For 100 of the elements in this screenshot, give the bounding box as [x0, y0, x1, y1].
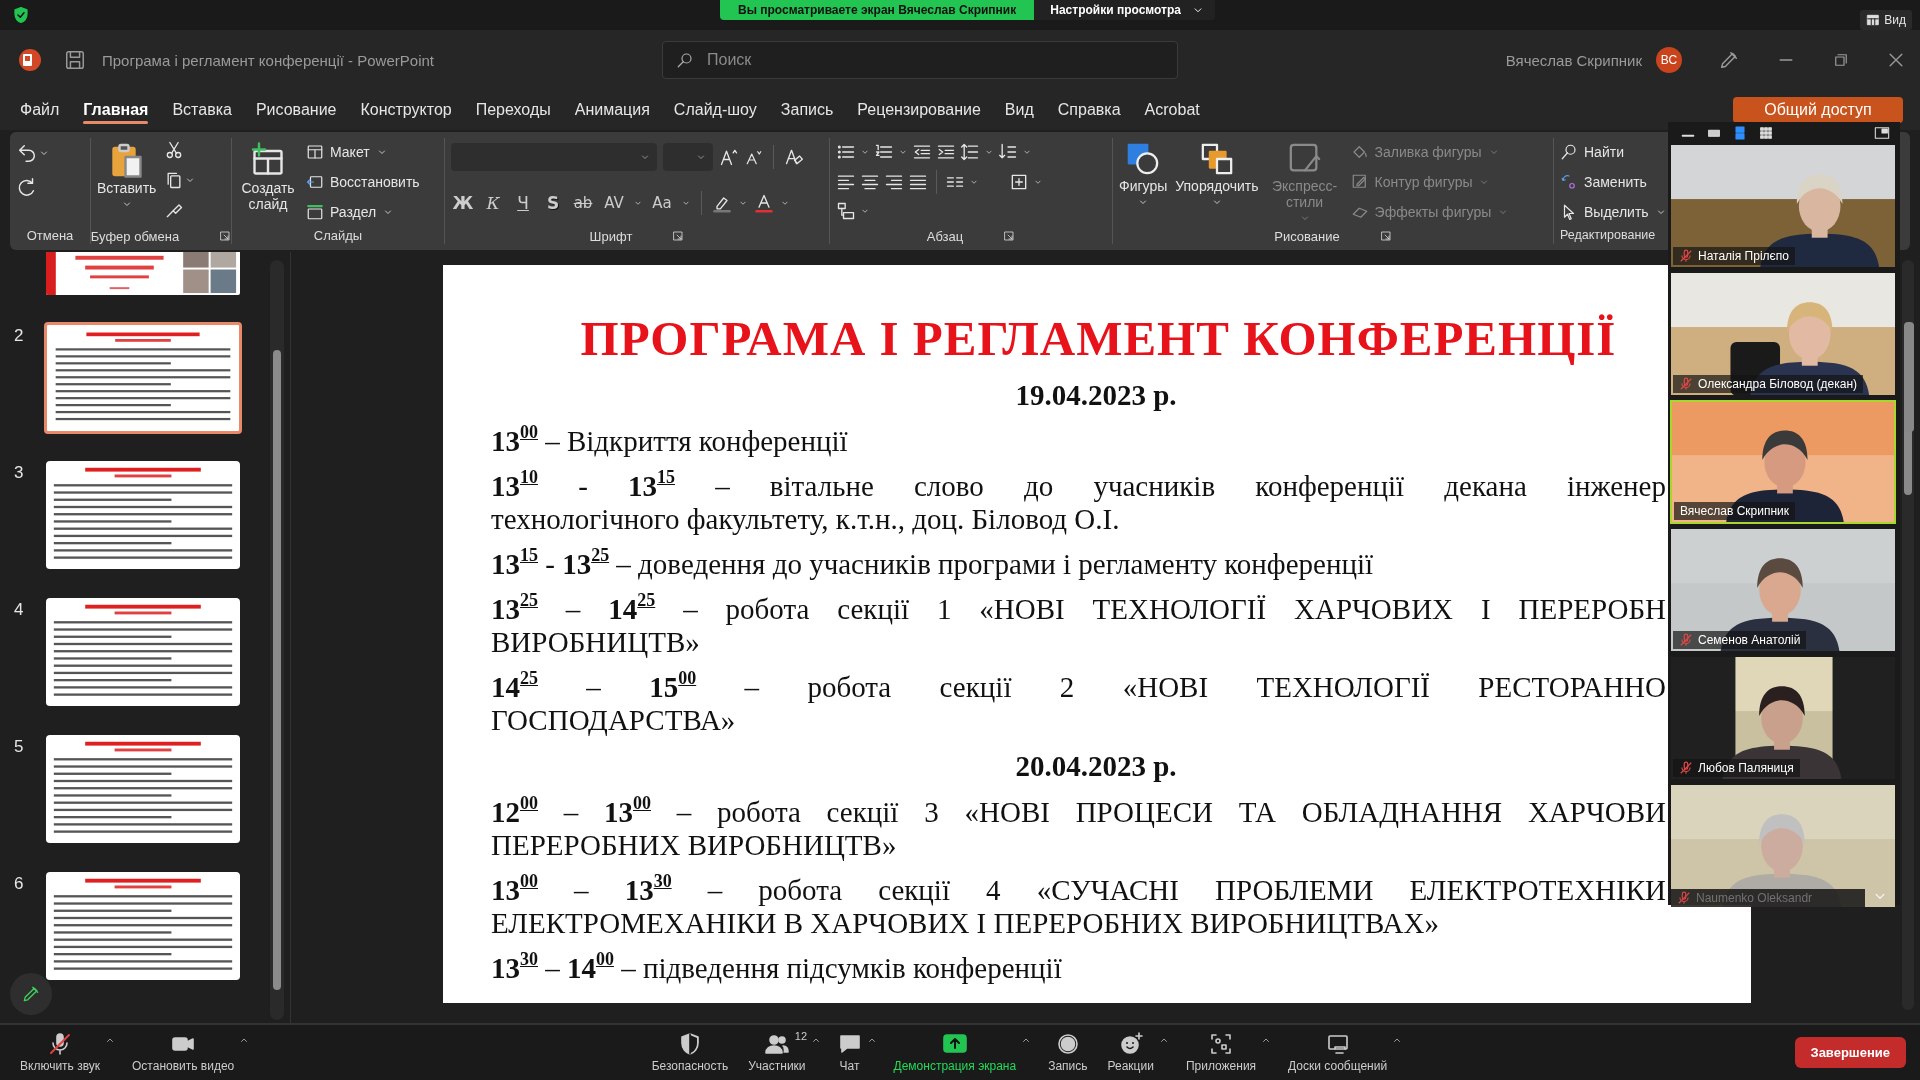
apps-icon — [1209, 1032, 1233, 1056]
undo-icon[interactable] — [16, 142, 38, 164]
record-icon — [1055, 1032, 1080, 1056]
slide-title: ПРОГРАМА І РЕГЛАМЕНТ КОНФЕРЕНЦІЇ — [579, 313, 1618, 365]
group-label: Отмена — [25, 228, 75, 244]
program-line: ВИРОБНИЦТВ» — [491, 626, 701, 659]
restore-icon[interactable] — [1832, 51, 1850, 69]
chat-button[interactable]: Чат — [833, 1032, 866, 1073]
share-button[interactable]: Общий доступ — [1733, 97, 1903, 123]
strip-view-icon[interactable] — [1732, 125, 1748, 141]
video-tile[interactable]: Семенов Анатолій — [1670, 528, 1896, 652]
slide-number: 4 — [13, 600, 25, 620]
ribbon-tab[interactable]: Файл — [8, 95, 72, 125]
program-line: ГОСПОДАРСТВА» — [491, 704, 737, 737]
ribbon-command[interactable]: Восстановить — [306, 170, 420, 194]
apps-button[interactable]: Приложения — [1181, 1032, 1261, 1073]
font-name-field[interactable] — [451, 143, 657, 171]
launcher-icon[interactable] — [1379, 230, 1392, 242]
stop-video-button[interactable]: Остановить видео — [128, 1032, 239, 1073]
view-options-button[interactable]: Настройки просмотра — [1034, 0, 1215, 20]
window-icon[interactable] — [1874, 125, 1890, 141]
slide-number: 3 — [13, 463, 25, 483]
program-line: 12$^{00}$ – 13$^{00}$ – робота секції 3 «НОВІ ПРОЦЕСИ ТА ОБЛАДНАННЯ ХАРЧОВИ — [491, 796, 1666, 829]
video-tile[interactable]: Любов Паляниця — [1670, 656, 1896, 780]
date-heading: 19.04.2023 р. — [1014, 378, 1178, 412]
pen-button[interactable] — [10, 973, 52, 1015]
ribbon-command[interactable]: Раздел — [306, 200, 420, 224]
spacing-button[interactable]: AV — [601, 194, 627, 212]
arrange-button[interactable]: Упорядочить — [1175, 138, 1259, 208]
user-avatar[interactable]: ВС — [1656, 47, 1682, 73]
find-button[interactable]: Найти — [1560, 140, 1624, 164]
align-text-icon[interactable] — [1009, 172, 1029, 192]
ribbon-tab[interactable]: Acrobat — [1132, 95, 1212, 125]
mic-muted-icon — [48, 1032, 72, 1056]
find-icon — [1560, 143, 1578, 161]
reset-icon — [306, 173, 324, 191]
bold-button[interactable]: Ж — [451, 193, 475, 213]
launcher-icon[interactable] — [1003, 230, 1016, 242]
slide-number: 6 — [13, 874, 25, 894]
search-field[interactable]: Поиск — [662, 41, 1178, 79]
ribbon-tab[interactable]: Вид — [992, 95, 1046, 125]
replace-button[interactable]: Заменить — [1560, 170, 1647, 194]
video-tile[interactable]: Вячеслав Скрипник — [1670, 400, 1896, 524]
program-line: ЕЛЕКТРОМЕХАНІКИ В ХАРЧОВИХ І ПЕРЕРОБНИХ ВИРОБНИЦТВАХ» — [491, 907, 1440, 940]
security-button[interactable]: Безопасность — [647, 1032, 733, 1073]
ribbon-tab[interactable]: Анимация — [562, 95, 662, 125]
unmute-button[interactable]: Включить звук — [16, 1032, 105, 1073]
increase-font-icon[interactable] — [719, 147, 739, 167]
app-logo-icon — [18, 48, 42, 72]
program-line: 13$^{10}$ - 13$^{15}$ – вітальне слово до учасників конференції декана інженер — [491, 470, 1666, 503]
boards-button[interactable]: Доски сообщений — [1284, 1032, 1392, 1073]
ribbon-tab[interactable]: Рисование — [243, 95, 349, 125]
view-button[interactable]: Вид — [1860, 10, 1912, 30]
section-icon — [306, 203, 324, 221]
decrease-font-icon[interactable] — [745, 148, 763, 166]
ribbon-tab[interactable]: Справка — [1045, 95, 1133, 125]
ribbon-tab[interactable]: Рецензирование — [845, 95, 993, 125]
italic-button[interactable]: К — [481, 193, 505, 213]
shadow-button[interactable]: S — [541, 193, 565, 213]
record-button[interactable]: Запись — [1044, 1032, 1092, 1073]
participants-button[interactable]: 12 Участники — [744, 1032, 810, 1073]
paste-button[interactable]: Вставить — [97, 138, 157, 210]
clear-format-icon[interactable] — [784, 147, 804, 167]
pen-icon[interactable] — [1718, 49, 1740, 71]
ribbon-tab[interactable]: Слайд-шоу — [661, 95, 769, 125]
group-label: Редактирование — [1560, 228, 1657, 244]
ribbon-command[interactable]: Макет — [306, 140, 420, 164]
launcher-icon[interactable] — [219, 230, 232, 242]
reactions-button[interactable]: Реакции — [1103, 1032, 1158, 1073]
shapes-button[interactable]: Фигуры — [1119, 138, 1168, 208]
participant-name: Олександра Біловод (декан) — [1698, 377, 1858, 391]
launcher-icon[interactable] — [672, 230, 685, 242]
grid-icon — [1866, 13, 1881, 27]
program-line: 13$^{30}$ – 14$^{00}$ – підведення підсумків конференції — [491, 952, 1063, 985]
ribbon-tab[interactable]: Запись — [768, 95, 846, 125]
chat-bubble-icon — [837, 1032, 862, 1056]
smartart-icon[interactable] — [836, 201, 856, 221]
group-label: Шрифт — [589, 228, 633, 244]
ribbon-tab[interactable]: Главная — [71, 95, 161, 125]
video-tile[interactable]: Наталія Прілєпо — [1670, 144, 1896, 268]
save-icon[interactable] — [64, 49, 86, 71]
underline-button[interactable]: Ч — [511, 193, 535, 213]
ribbon-tab[interactable]: Переходы — [463, 95, 563, 125]
video-tile[interactable]: Олександра Біловод (декан) — [1670, 272, 1896, 396]
gallery-view-icon[interactable] — [1758, 125, 1774, 141]
case-button[interactable]: Aa — [649, 194, 675, 212]
select-button[interactable]: Выделить — [1560, 200, 1667, 224]
line-spacing-icon[interactable] — [960, 142, 980, 162]
strikethrough-button[interactable]: ab — [571, 194, 595, 212]
font-color-icon[interactable] — [754, 193, 774, 213]
font-size-field[interactable] — [663, 143, 713, 171]
share-screen-button[interactable]: Демонстрация экрана — [889, 1032, 1021, 1073]
smiley-icon — [1118, 1032, 1143, 1056]
program-line: 14$^{25}$ – 15$^{00}$ – робота секції 2 «НОВІ ТЕХНОЛОГІЇ РЕСТОРАННО — [491, 671, 1666, 704]
ribbon-tab[interactable]: Конструктор — [348, 95, 464, 125]
new-slide-button[interactable]: Создать слайд — [238, 138, 298, 212]
end-button[interactable]: Завершение — [1794, 1037, 1906, 1068]
group-label: Слайды — [312, 228, 364, 244]
scrollbar[interactable] — [270, 260, 284, 1020]
ribbon-tab[interactable]: Вставка — [160, 95, 244, 125]
